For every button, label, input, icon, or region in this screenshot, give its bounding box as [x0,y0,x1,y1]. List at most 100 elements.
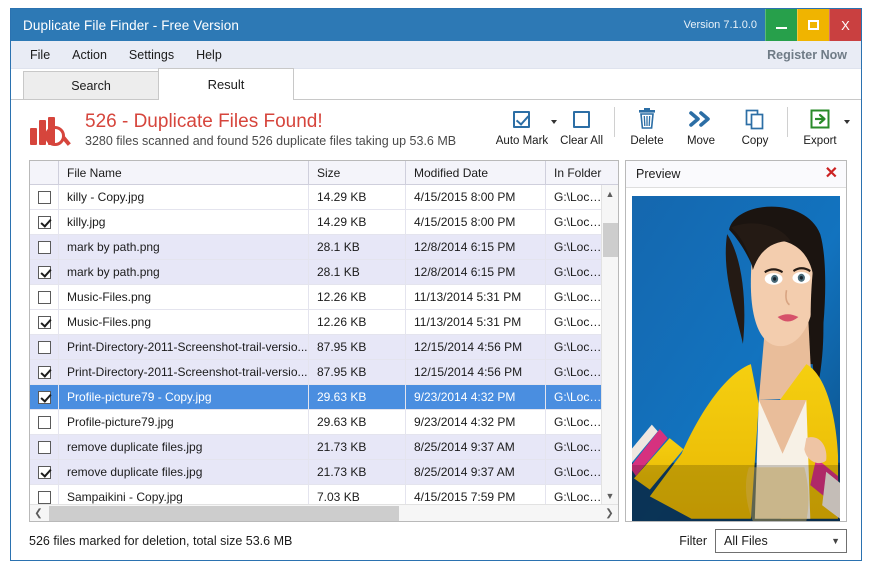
cell-modified-date: 8/25/2014 9:37 AM [406,434,546,460]
menu-item-file[interactable]: File [19,41,61,69]
tab-search[interactable]: Search [23,71,159,99]
table-row[interactable]: Profile-picture79.jpg 29.63 KB 9/23/2014 4… [30,409,618,435]
table-row[interactable]: remove duplicate files.jpg 21.73 KB 8/25/2… [30,434,618,460]
scroll-down-arrow-icon[interactable]: ▼ [602,487,618,504]
column-header-size[interactable]: Size [309,161,406,184]
column-header-file-name[interactable]: File Name [59,161,309,184]
table-row[interactable]: killy.jpg 14.29 KB 4/15/2015 8:00 PM G:\Loc… [30,209,618,235]
trash-icon [637,106,657,132]
row-checkbox-cell [30,459,59,485]
vertical-scrollbar-thumb[interactable] [603,223,618,257]
status-text: 526 files marked for deletion, total siz… [29,534,293,548]
checkbox-checked-icon[interactable] [37,465,51,479]
minimize-button[interactable] [765,9,797,41]
auto-mark-button[interactable]: Auto Mark [490,104,558,147]
maximize-button[interactable] [797,9,829,41]
table-row[interactable]: Music-Files.png 12.26 KB 11/13/2014 5:31 P… [30,284,618,310]
row-checkbox-cell [30,484,59,504]
column-header-in-folder[interactable]: In Folder [546,161,603,184]
menu-bar: File Action Settings Help Register Now [11,41,861,69]
cell-size: 14.29 KB [309,209,406,235]
main-split: File Name Size Modified Date In Folder k… [11,160,861,522]
checkbox-checked-icon [513,106,531,132]
delete-button[interactable]: Delete [620,104,674,147]
export-icon [809,106,831,132]
close-button[interactable]: X [829,9,861,41]
maximize-icon [808,20,819,30]
table-row[interactable]: Print-Directory-2011-Screenshot-trail-ve… [30,334,618,360]
checkbox-empty-icon[interactable] [37,290,51,304]
auto-mark-label: Auto Mark [495,135,549,147]
cell-in-folder: G:\Local Dis [554,414,603,429]
duplicates-found-title: 526 - Duplicate Files Found! [85,111,323,132]
copy-button[interactable]: Copy [728,104,782,147]
cell-file-name: mark by path.png [59,259,309,285]
checkbox-checked-icon[interactable] [37,265,51,279]
table-horizontal-scrollbar[interactable]: ❮ ❯ [30,504,618,521]
clear-all-button[interactable]: Clear All [554,104,609,147]
checkbox-checked-icon[interactable] [37,390,51,404]
scroll-right-arrow-icon[interactable]: ❯ [601,508,618,519]
filter-select[interactable]: All Files ▼ [715,529,847,553]
result-header: 526 - Duplicate Files Found! 3280 files … [11,100,861,160]
horizontal-scrollbar-track[interactable] [47,505,601,522]
checkbox-empty-icon[interactable] [37,340,51,354]
toolbar-separator [614,107,615,137]
table-body: killy - Copy.jpg 14.29 KB 4/15/2015 8:00 P… [30,185,618,504]
cell-file-name: Print-Directory-2011-Screenshot-trail-ve… [59,359,309,385]
table-row[interactable]: remove duplicate files.jpg 21.73 KB 8/25/2… [30,459,618,485]
cell-size: 21.73 KB [309,459,406,485]
column-header-modified-date[interactable]: Modified Date [406,161,546,184]
cell-in-folder: G:\Local Dis [554,189,603,204]
filter-value: All Files [724,534,768,548]
preview-body [626,188,846,521]
cell-modified-date: 12/8/2014 6:15 PM [406,234,546,260]
export-button[interactable]: Export [793,104,850,147]
preview-close-icon[interactable]: ✕ [825,166,838,182]
application-window: Duplicate File Finder - Free Version Ver… [10,8,862,561]
checkbox-empty-icon[interactable] [37,490,51,504]
row-checkbox-cell [30,434,59,460]
cell-in-folder: G:\Local Dis [554,214,603,229]
checkbox-empty-icon[interactable] [37,240,51,254]
move-label: Move [686,135,716,147]
horizontal-scrollbar-thumb[interactable] [49,505,399,521]
menu-item-settings[interactable]: Settings [118,41,185,69]
table-row[interactable]: Music-Files.png 12.26 KB 11/13/2014 5:31 P… [30,309,618,335]
export-dropdown-caret-icon[interactable] [844,120,850,124]
register-now-link[interactable]: Register Now [767,48,847,62]
table-row[interactable]: killy - Copy.jpg 14.29 KB 4/15/2015 8:00 P… [30,185,618,210]
cell-file-name: Sampaikini - Copy.jpg [59,484,309,504]
row-checkbox-cell [30,259,59,285]
duplicate-files-table: File Name Size Modified Date In Folder k… [29,160,619,522]
window-title: Duplicate File Finder - Free Version [23,17,239,33]
status-bar: 526 files marked for deletion, total siz… [11,522,861,560]
menu-item-action[interactable]: Action [61,41,118,69]
scroll-left-arrow-icon[interactable]: ❮ [30,508,47,519]
table-row[interactable]: Sampaikini - Copy.jpg 7.03 KB 4/15/2015 7:… [30,484,618,504]
menu-item-help[interactable]: Help [185,41,233,69]
table-vertical-scrollbar[interactable]: ▲ ▼ [601,185,618,504]
checkbox-checked-icon[interactable] [37,365,51,379]
checkbox-checked-icon[interactable] [37,315,51,329]
table-row[interactable]: mark by path.png 28.1 KB 12/8/2014 6:15 PM… [30,234,618,260]
checkbox-empty-icon[interactable] [37,440,51,454]
checkbox-checked-icon[interactable] [37,215,51,229]
title-bar-right: Version 7.1.0.0 X [684,9,861,41]
checkbox-empty-icon[interactable] [37,190,51,204]
tab-result[interactable]: Result [158,68,294,100]
tab-strip: Search Result [11,68,861,100]
scroll-up-arrow-icon[interactable]: ▲ [602,185,618,202]
table-row[interactable]: Profile-picture79 - Copy.jpg 29.63 KB 9/23… [30,384,618,410]
cell-in-folder: G:\Local Dis [554,289,603,304]
move-button[interactable]: Move [674,104,728,147]
cell-in-folder: G:\Local Dis [554,314,603,329]
checkbox-empty-icon[interactable] [37,415,51,429]
table-row[interactable]: mark by path.png 28.1 KB 12/8/2014 6:15 PM… [30,259,618,285]
cell-size: 29.63 KB [309,384,406,410]
result-summary: 526 - Duplicate Files Found! 3280 files … [85,110,456,150]
cell-size: 14.29 KB [309,185,406,210]
table-row[interactable]: Print-Directory-2011-Screenshot-trail-ve… [30,359,618,385]
column-header-checkbox[interactable] [30,161,59,184]
cell-modified-date: 4/15/2015 8:00 PM [406,185,546,210]
